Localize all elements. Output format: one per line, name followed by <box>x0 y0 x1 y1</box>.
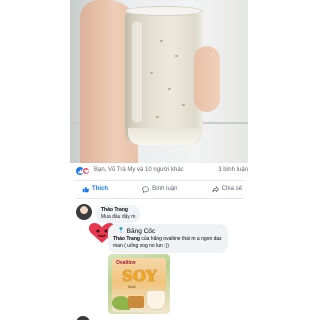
share-label: Chia sẻ <box>221 186 242 192</box>
divider <box>76 198 244 199</box>
reply-author[interactable]: Thảo Trang <box>113 236 140 242</box>
comment-button[interactable]: Bình luận <box>136 185 183 193</box>
photo-speck <box>150 72 153 74</box>
photo-glass-highlight <box>132 22 142 122</box>
location-pin-icon: 📍︎ <box>117 228 125 234</box>
photo-speck <box>156 116 159 118</box>
comment-bubble: Thảo Trang Mua đầu đấy m <box>96 205 141 223</box>
avatar[interactable] <box>76 316 90 320</box>
like-label: Thích <box>92 186 108 192</box>
thumbs-up-icon <box>82 186 89 192</box>
photo-fingers <box>194 46 220 112</box>
photo-speck <box>182 104 185 106</box>
product-image[interactable]: Ovaltine SOY Malt <box>108 254 170 314</box>
location-label: Băng Cốc <box>126 228 156 235</box>
product-name: SOY <box>122 267 157 285</box>
photo-speck <box>168 88 171 90</box>
action-bar: Thích Bình luận Chia sẻ <box>76 182 248 196</box>
product-pouch-graphic <box>128 296 144 308</box>
reply-bubble: 📍︎ Băng Cốc Thảo Trang của hãng ovaltine… <box>108 224 228 253</box>
comment-count[interactable]: 3 bình luận <box>218 167 248 173</box>
reaction-names[interactable]: Bạn, Vũ Trà My và 10 người khác <box>94 167 184 173</box>
comment-icon <box>142 185 149 193</box>
post-photo[interactable] <box>70 0 248 163</box>
avatar[interactable] <box>76 204 92 220</box>
photo-speck <box>160 40 163 42</box>
photo-glass-base <box>128 128 200 145</box>
comment-text: Mua đầu đấy m <box>101 214 136 220</box>
reaction-summary[interactable]: Bạn, Vũ Trà My và 10 người khác 3 bình l… <box>76 166 248 178</box>
share-button[interactable]: Chia sẻ <box>206 185 248 193</box>
product-brand: Ovaltine <box>116 260 136 266</box>
comment-author[interactable]: Thảo Trang <box>101 207 135 214</box>
product-cup-graphic <box>146 290 166 310</box>
location-tag[interactable]: 📍︎ Băng Cốc <box>117 227 223 236</box>
product-sub: Malt <box>128 284 136 289</box>
reaction-icons <box>76 167 90 175</box>
photo-speck <box>175 55 178 57</box>
heart-reaction-icon <box>82 167 90 175</box>
like-button[interactable]: Thích <box>76 186 114 193</box>
divider <box>76 180 244 181</box>
comment-label: Bình luận <box>152 186 178 192</box>
share-icon <box>211 185 219 192</box>
photo-glass-rim <box>125 6 203 16</box>
